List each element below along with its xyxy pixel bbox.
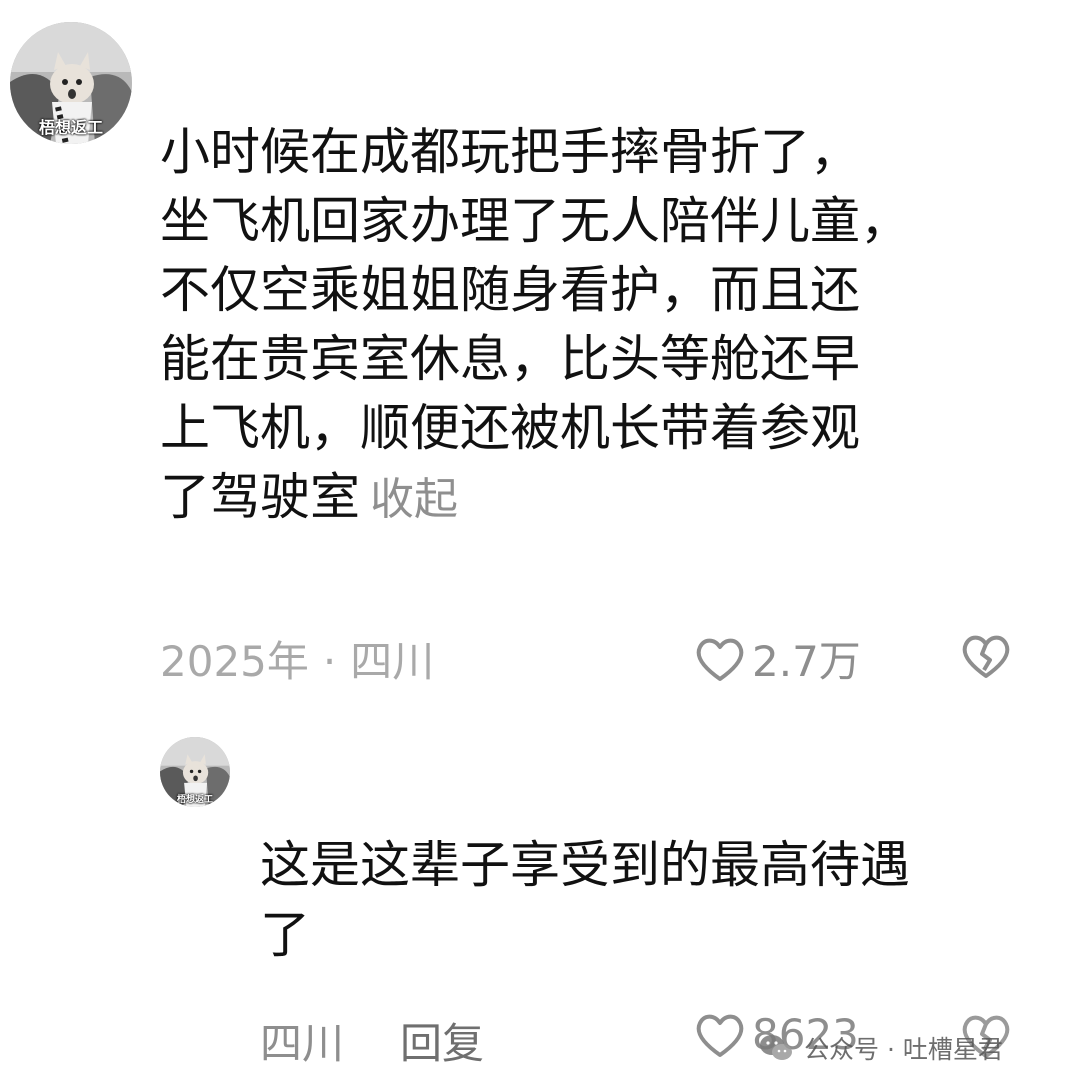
comment-location: 四川 xyxy=(350,637,435,686)
wechat-icon xyxy=(760,1035,792,1060)
comment-line: 了驾驶室 xyxy=(160,468,360,526)
reply-button[interactable]: 回复 xyxy=(400,1019,484,1068)
reply-body: 这是这辈子享受到的最高待遇 了 xyxy=(260,830,1040,970)
avatar-caption: 梧想返工 xyxy=(38,118,103,137)
like-count: 2.7万 xyxy=(752,637,861,686)
reply-meta: 四川 回复 xyxy=(260,1010,484,1071)
comment-line: 能在贵宾室休息，比头等舱还早 xyxy=(160,330,860,388)
heart-outline-icon xyxy=(696,638,744,681)
meta-separator: · xyxy=(322,637,337,686)
reply-line: 了 xyxy=(260,906,310,964)
comment-year: 2025年 xyxy=(160,637,309,686)
watermark-label: 公众号 · 吐槽星君 xyxy=(804,1035,1003,1064)
heart-outline-icon xyxy=(696,1014,744,1057)
avatar-caption: 梧想返工 xyxy=(176,795,213,805)
reply-line: 这是这辈子享受到的最高待遇 xyxy=(260,836,910,894)
collapse-button[interactable]: 收起 xyxy=(370,474,458,525)
watermark: 公众号 · 吐槽星君 xyxy=(758,1030,1003,1066)
comment-meta: 2025年 · 四川 xyxy=(160,628,434,689)
comment-line: 上飞机，顺便还被机长带着参观 xyxy=(160,399,860,457)
like-button[interactable]: 2.7万 xyxy=(694,628,861,689)
comment-line: 不仅空乘姐姐随身看护，而且还 xyxy=(160,261,860,319)
comment-avatar[interactable]: 梧想返工 xyxy=(10,22,132,144)
broken-heart-icon[interactable] xyxy=(960,632,1012,680)
comment-body: 小时候在成都玩把手摔骨折了， 坐飞机回家办理了无人陪伴儿童， 不仅空乘姐姐随身看… xyxy=(160,118,1040,534)
comment-last-line-row: 了驾驶室 收起 xyxy=(160,463,1040,534)
reply-avatar[interactable]: 梧想返工 xyxy=(160,737,230,807)
comment-line: 小时候在成都玩把手摔骨折了， xyxy=(160,123,860,181)
reply-location: 四川 xyxy=(260,1019,345,1068)
comment-line: 坐飞机回家办理了无人陪伴儿童， xyxy=(160,192,910,250)
